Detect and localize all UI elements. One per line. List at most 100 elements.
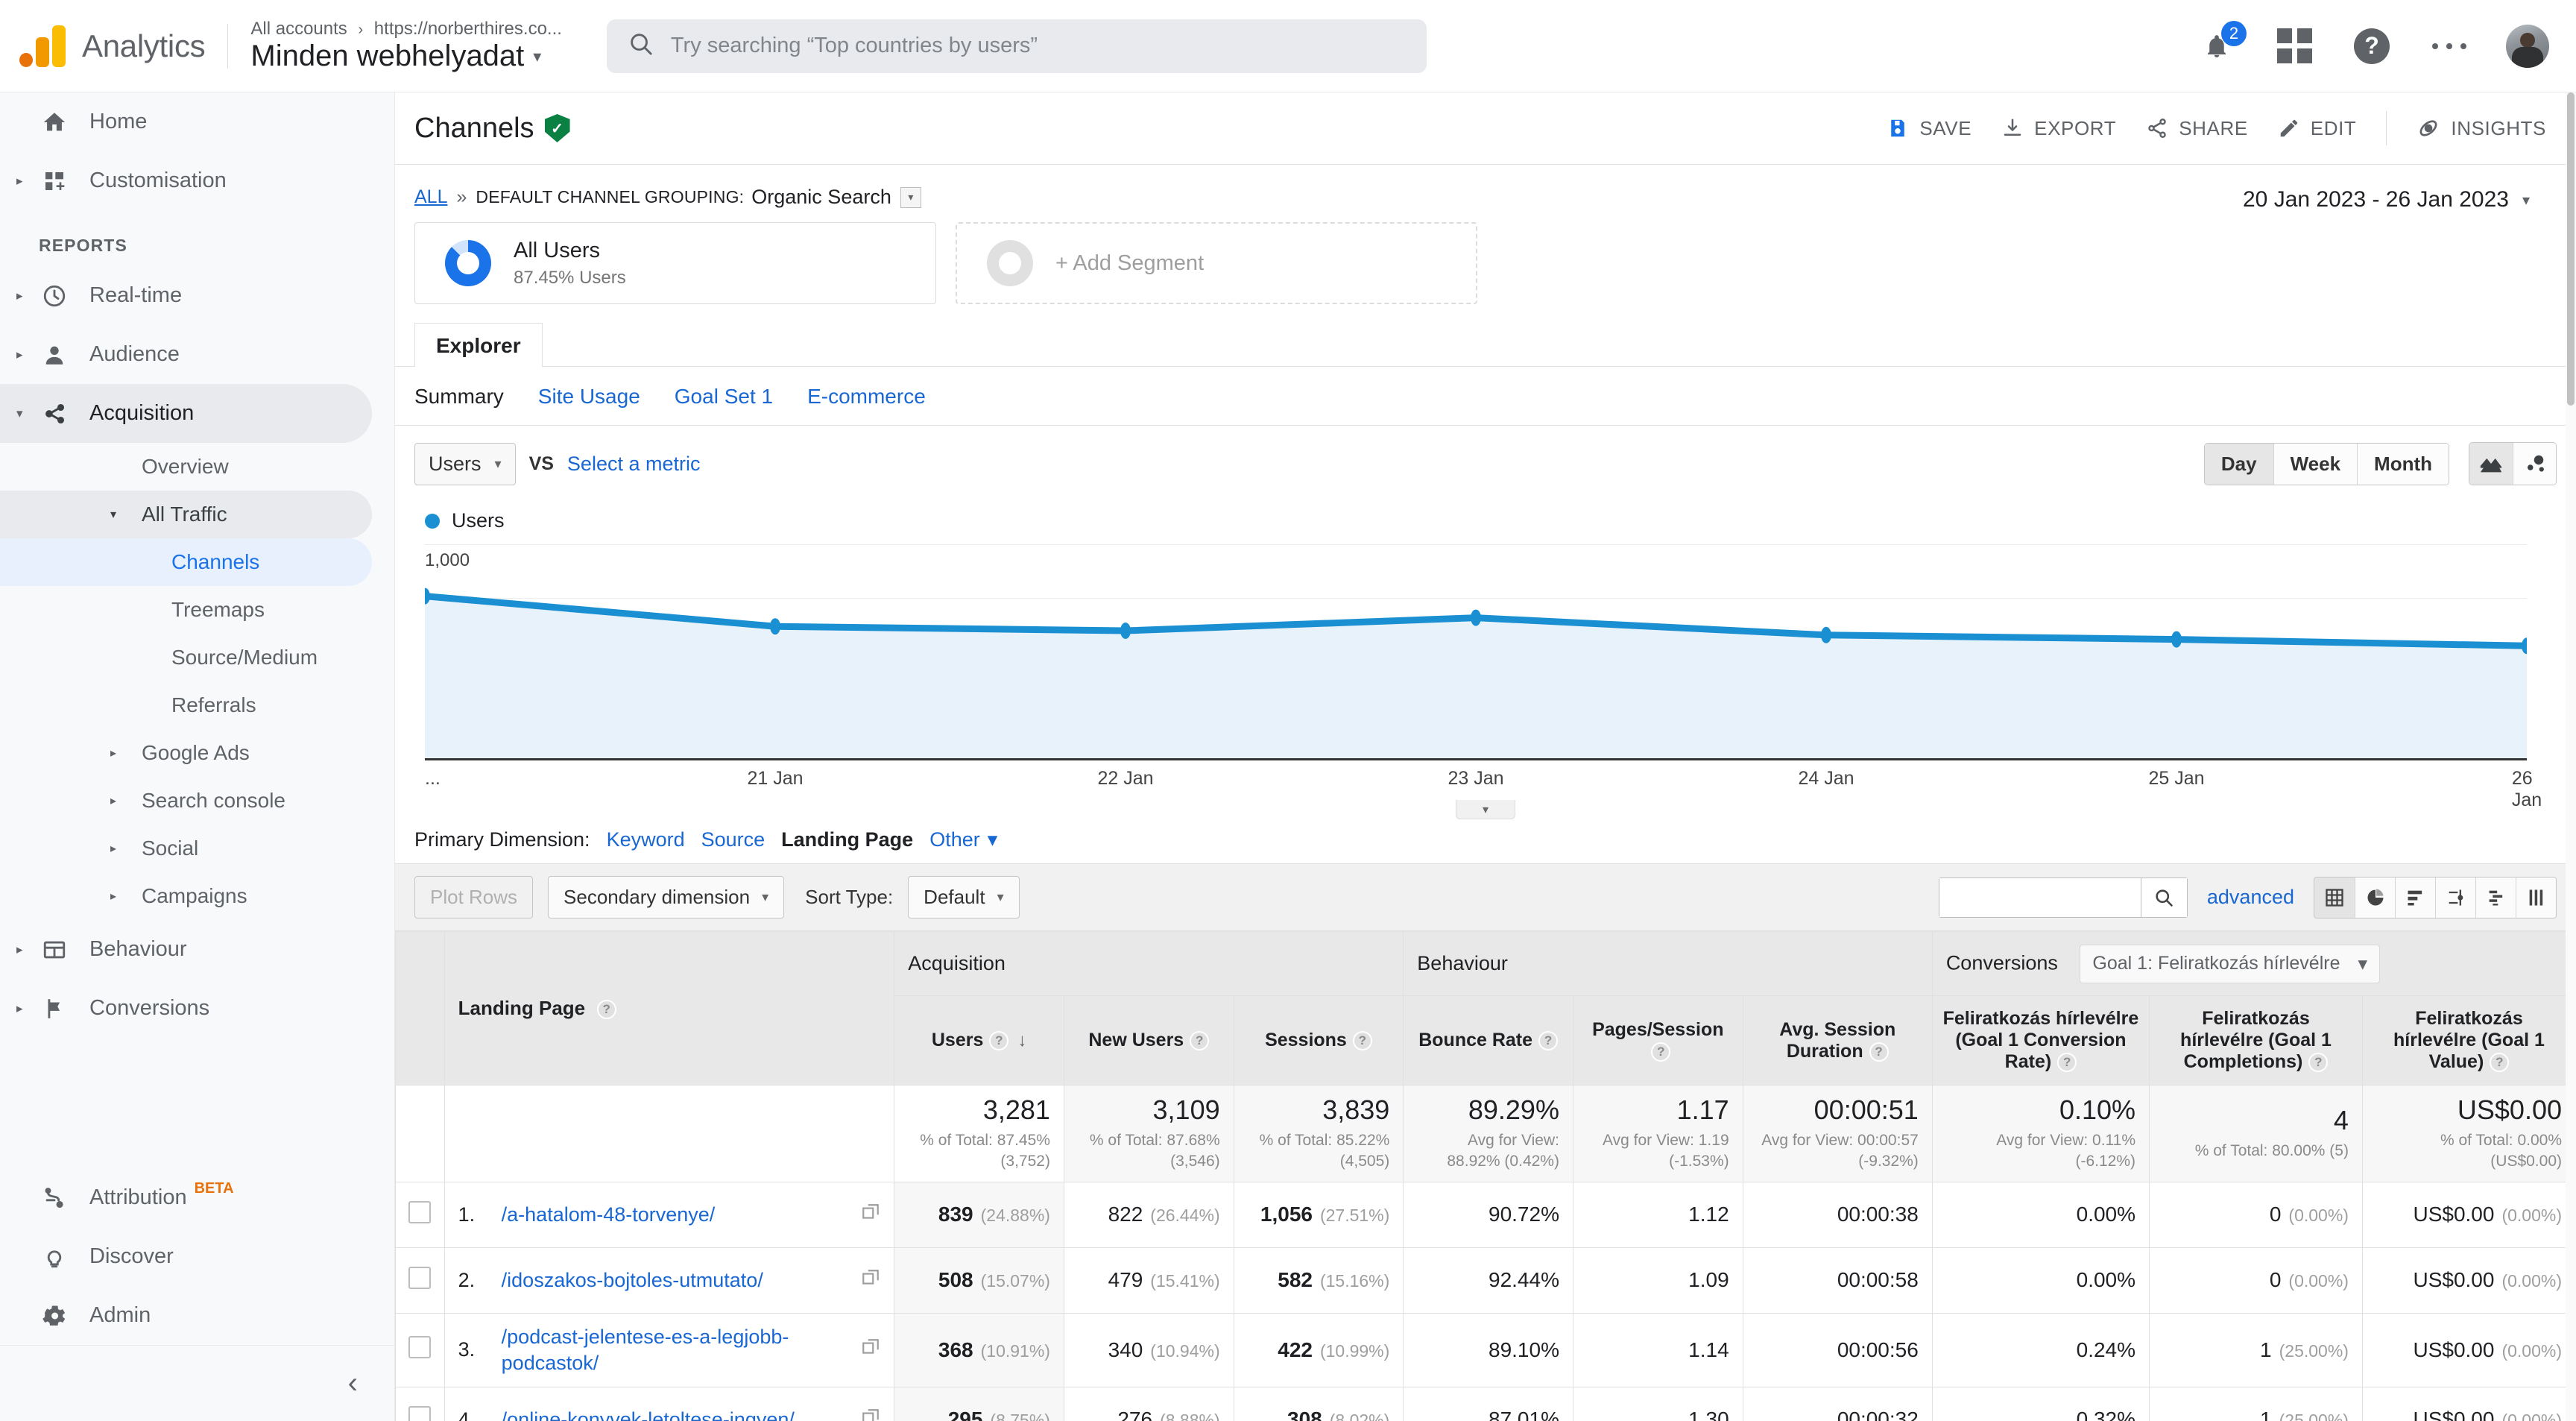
table-search[interactable] bbox=[1938, 877, 2188, 918]
comparison-view-icon[interactable] bbox=[2435, 877, 2475, 918]
tab-summary[interactable]: Summary bbox=[414, 385, 504, 409]
percent-view-icon[interactable] bbox=[2516, 877, 2556, 918]
sidebar-item-conversions[interactable]: ▸ Conversions bbox=[0, 979, 394, 1038]
breadcrumb-property[interactable]: https://norberthires.co... bbox=[374, 19, 562, 39]
table-row[interactable]: 4. /online-konyvek-letoltese-ingyen/ 295… bbox=[395, 1386, 2576, 1421]
row-checkbox[interactable] bbox=[395, 1386, 445, 1421]
apps-grid-icon[interactable] bbox=[2273, 25, 2315, 67]
sidebar-collapse-button[interactable]: ‹ bbox=[0, 1345, 395, 1421]
granularity-day[interactable]: Day bbox=[2204, 443, 2273, 485]
insights-button[interactable]: INSIGHTS bbox=[2416, 116, 2546, 140]
sidebar-item-audience[interactable]: ▸ Audience bbox=[0, 325, 394, 384]
granularity-month[interactable]: Month bbox=[2357, 443, 2449, 485]
sidebar-item-all-traffic[interactable]: ▾ All Traffic bbox=[0, 491, 372, 538]
open-external-icon[interactable] bbox=[861, 1203, 880, 1227]
help-icon[interactable]: ? bbox=[2308, 1053, 2329, 1073]
sidebar-item-search-console[interactable]: ▸ Search console bbox=[0, 777, 394, 825]
pie-view-icon[interactable] bbox=[2355, 877, 2395, 918]
table-view-icon[interactable] bbox=[2314, 877, 2355, 918]
help-icon[interactable]: ? bbox=[1352, 1031, 1372, 1051]
breadcrumb-all-accounts[interactable]: All accounts bbox=[250, 19, 347, 39]
advanced-filter-link[interactable]: advanced bbox=[2207, 886, 2294, 909]
scatter-chart-icon[interactable] bbox=[2513, 443, 2556, 485]
share-button[interactable]: SHARE bbox=[2146, 117, 2248, 140]
help-icon[interactable]: ? bbox=[1651, 1042, 1671, 1062]
tab-goal-set-1[interactable]: Goal Set 1 bbox=[675, 385, 773, 409]
sidebar-item-real-time[interactable]: ▸ Real-time bbox=[0, 266, 394, 325]
sidebar-item-referrals[interactable]: Referrals bbox=[0, 681, 394, 729]
column-sessions[interactable]: Sessions? bbox=[1233, 995, 1404, 1086]
avatar[interactable] bbox=[2506, 24, 2549, 68]
search-input[interactable] bbox=[670, 34, 1406, 58]
notifications-bell-icon[interactable]: 2 bbox=[2196, 20, 2247, 67]
line-chart-icon[interactable] bbox=[2469, 443, 2513, 485]
column-new-users[interactable]: New Users? bbox=[1063, 995, 1234, 1086]
help-icon[interactable]: ? bbox=[989, 1031, 1009, 1051]
sidebar-item-google-ads[interactable]: ▸ Google Ads bbox=[0, 729, 394, 777]
page-scrollbar[interactable] bbox=[2566, 92, 2576, 1421]
scrollbar-thumb[interactable] bbox=[2567, 92, 2575, 406]
sidebar-item-home[interactable]: Home bbox=[0, 92, 394, 151]
sidebar-item-behaviour[interactable]: ▸ Behaviour bbox=[0, 920, 394, 979]
column-goal-conversion-rate[interactable]: Feliratkozás hírlevélre (Goal 1 Conversi… bbox=[1931, 995, 2150, 1086]
select-metric-link[interactable]: Select a metric bbox=[567, 453, 701, 476]
sidebar-item-acquisition[interactable]: ▾ Acquisition bbox=[0, 384, 372, 443]
row-checkbox[interactable] bbox=[395, 1312, 445, 1387]
sort-type-select[interactable]: Default ▾ bbox=[908, 876, 1020, 919]
add-segment-button[interactable]: + Add Segment bbox=[956, 222, 1477, 304]
account-selector[interactable]: All accounts › https://norberthires.co..… bbox=[250, 19, 562, 73]
open-external-icon[interactable] bbox=[861, 1337, 880, 1362]
open-external-icon[interactable] bbox=[861, 1268, 880, 1293]
sidebar-item-social[interactable]: ▸ Social bbox=[0, 825, 394, 872]
secondary-dimension-select[interactable]: Secondary dimension ▾ bbox=[548, 876, 785, 919]
goal-selector[interactable]: Goal 1: Feliratkozás hírlevélre ▾ bbox=[2080, 944, 2381, 983]
sidebar-item-admin[interactable]: Admin bbox=[0, 1286, 395, 1345]
segment-all-users[interactable]: All Users 87.45% Users bbox=[414, 222, 936, 304]
row-landing-page-link[interactable]: /podcast-jelentese-es-a-legjobb-podcasto… bbox=[502, 1324, 800, 1376]
sidebar-item-campaigns[interactable]: ▸ Campaigns bbox=[0, 872, 394, 920]
help-icon[interactable]: ? bbox=[2351, 25, 2393, 67]
filter-all-link[interactable]: ALL bbox=[414, 186, 447, 208]
export-button[interactable]: EXPORT bbox=[2001, 117, 2116, 140]
tab-ecommerce[interactable]: E-commerce bbox=[807, 385, 926, 409]
sidebar-item-discover[interactable]: Discover bbox=[0, 1227, 395, 1286]
dimension-landing-page[interactable]: Landing Page bbox=[781, 828, 913, 851]
column-users[interactable]: Users? ↓ bbox=[894, 995, 1064, 1086]
column-goal-value[interactable]: Feliratkozás hírlevélre (Goal 1 Value)? bbox=[2361, 995, 2576, 1086]
table-row[interactable]: 1. /a-hatalom-48-torvenye/ 839 (24.88%) 8… bbox=[395, 1181, 2576, 1248]
dimension-filter-dropdown[interactable]: ▾ bbox=[900, 186, 921, 208]
table-row[interactable]: 2. /idoszakos-bojtoles-utmutato/ 508 (15.… bbox=[395, 1247, 2576, 1314]
sidebar-item-overview[interactable]: Overview bbox=[0, 443, 394, 491]
global-search[interactable] bbox=[606, 19, 1427, 73]
primary-metric-select[interactable]: Users ▾ bbox=[414, 442, 516, 485]
dimension-other[interactable]: Other ▾ bbox=[929, 828, 997, 851]
pivot-view-icon[interactable] bbox=[2475, 877, 2516, 918]
table-search-input[interactable] bbox=[1939, 878, 2141, 917]
sidebar-item-treemaps[interactable]: Treemaps bbox=[0, 586, 394, 634]
column-pages-session[interactable]: Pages/Session? bbox=[1572, 995, 1743, 1086]
sidebar-item-attribution[interactable]: Attribution BETA bbox=[0, 1168, 395, 1227]
row-landing-page-link[interactable]: /a-hatalom-48-torvenye/ bbox=[502, 1203, 716, 1226]
help-icon[interactable]: ? bbox=[1538, 1031, 1559, 1051]
row-landing-page-link[interactable]: /idoszakos-bojtoles-utmutato/ bbox=[502, 1269, 763, 1292]
help-icon[interactable]: ? bbox=[2490, 1053, 2510, 1073]
help-icon[interactable]: ? bbox=[596, 999, 616, 1019]
row-landing-page-link[interactable]: /online-konyvek-letoltese-ingyen/ bbox=[502, 1408, 795, 1421]
tab-explorer[interactable]: Explorer bbox=[414, 323, 543, 367]
table-search-icon[interactable] bbox=[2140, 878, 2187, 917]
landing-page-header[interactable]: Landing Page ? bbox=[443, 931, 895, 1086]
more-options-icon[interactable] bbox=[2428, 25, 2470, 67]
edit-button[interactable]: EDIT bbox=[2278, 117, 2357, 140]
help-icon[interactable]: ? bbox=[1190, 1031, 1210, 1051]
bar-view-icon[interactable] bbox=[2395, 877, 2435, 918]
dimension-source[interactable]: Source bbox=[701, 828, 765, 851]
sidebar-item-customisation[interactable]: ▸ Customisation bbox=[0, 151, 394, 210]
view-title[interactable]: Minden webhelyadat ▾ bbox=[250, 40, 562, 73]
sidebar-item-source-medium[interactable]: Source/Medium bbox=[0, 634, 394, 681]
help-icon[interactable]: ? bbox=[1869, 1042, 1889, 1062]
row-checkbox[interactable] bbox=[395, 1247, 445, 1314]
column-avg-session-duration[interactable]: Avg. Session Duration? bbox=[1742, 995, 1933, 1086]
save-button[interactable]: SAVE bbox=[1887, 117, 1972, 140]
open-external-icon[interactable] bbox=[861, 1408, 880, 1421]
row-checkbox[interactable] bbox=[395, 1181, 445, 1248]
